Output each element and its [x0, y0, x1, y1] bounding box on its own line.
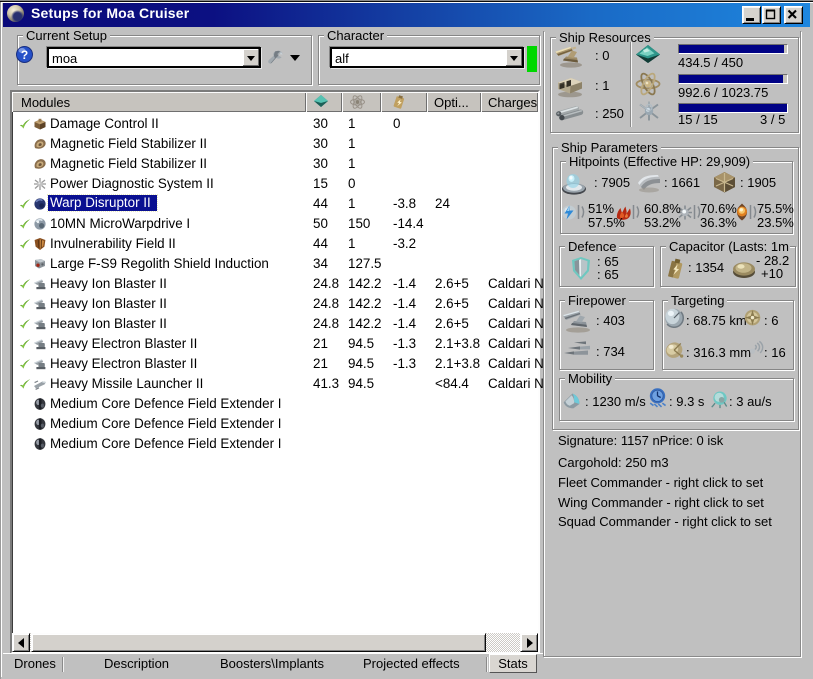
- svg-text:?: ?: [21, 48, 28, 62]
